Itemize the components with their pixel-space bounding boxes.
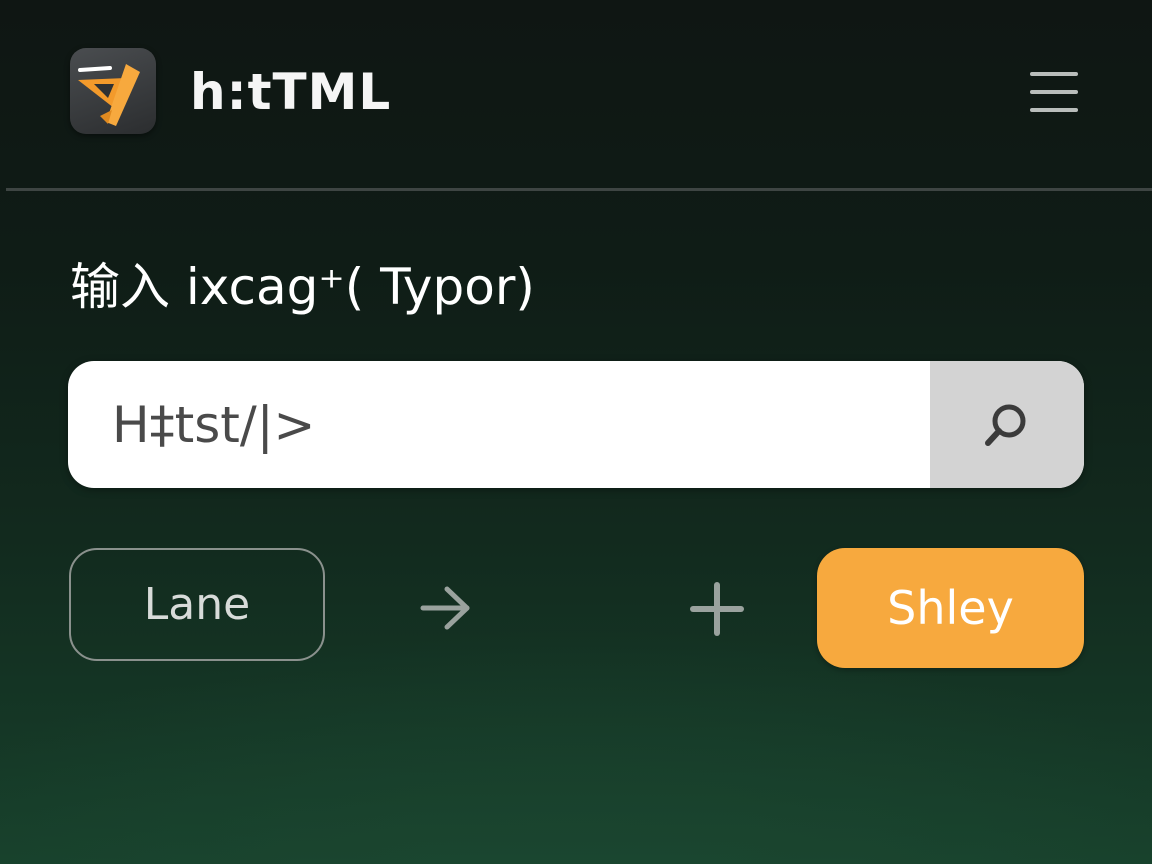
plus-icon <box>690 582 744 636</box>
arrow-right-button[interactable] <box>410 580 480 636</box>
search-button[interactable] <box>930 361 1084 488</box>
arrow-right-icon <box>420 586 470 630</box>
app-logo <box>70 48 156 134</box>
menu-button[interactable] <box>1024 66 1084 118</box>
app-logo-icon <box>78 64 140 126</box>
section-heading: 输入 ixcag⁺( Typor) <box>70 258 535 316</box>
lane-button-label: Lane <box>143 579 251 630</box>
shley-button[interactable]: Shley <box>817 548 1084 668</box>
add-button[interactable] <box>686 578 748 640</box>
shley-button-label: Shley <box>887 581 1014 635</box>
search-bar <box>68 361 1084 488</box>
header-divider <box>6 188 1152 191</box>
app-title: h:tTML <box>190 63 392 121</box>
search-input[interactable] <box>68 361 930 488</box>
search-icon <box>985 404 1026 446</box>
lane-button[interactable]: Lane <box>69 548 325 661</box>
